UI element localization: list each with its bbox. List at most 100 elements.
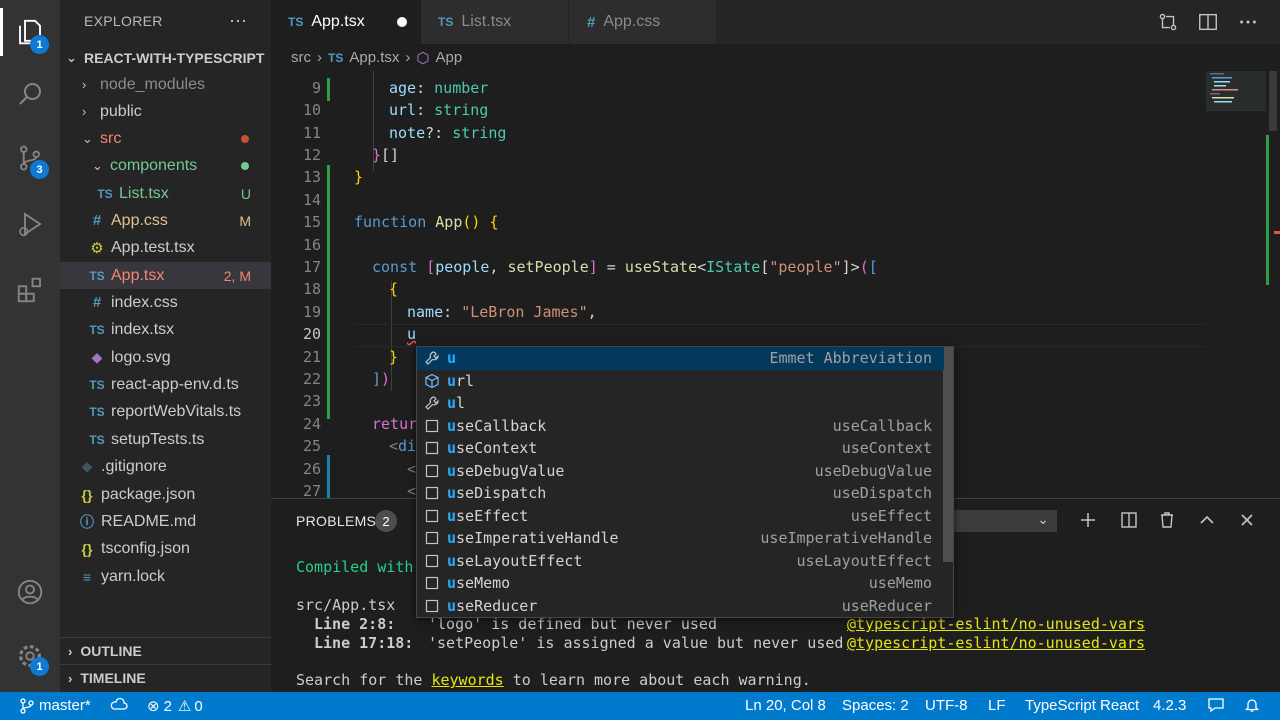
suggestion-label: useContext xyxy=(447,439,538,458)
breadcrumb-file[interactable]: App.tsx xyxy=(349,49,399,66)
tree-item-gitignore[interactable]: ◆ .gitignore xyxy=(60,453,271,480)
bell-icon xyxy=(1244,699,1260,712)
tree-item-public[interactable]: › public xyxy=(60,98,271,125)
tree-item-react-app-env[interactable]: TS react-app-env.d.ts xyxy=(60,371,271,398)
manage-activity[interactable]: 1 xyxy=(0,628,60,684)
split-terminal-icon[interactable] xyxy=(1119,510,1139,530)
tree-item-app-tsx[interactable]: TS App.tsx 2, M xyxy=(60,262,271,289)
suggestion-item[interactable]: useDebugValue useDebugValue xyxy=(417,460,944,483)
feedback-button[interactable] xyxy=(1207,697,1225,713)
tree-item-label: setupTests.ts xyxy=(111,430,205,448)
suggestion-item[interactable]: url xyxy=(417,370,944,393)
line-number: 19 xyxy=(302,303,321,321)
chevron-up-icon[interactable] xyxy=(1197,510,1217,530)
tree-item-node-modules[interactable]: › node_modules xyxy=(60,71,271,98)
line-number: 14 xyxy=(302,191,321,209)
more-actions-icon[interactable]: ··· xyxy=(229,10,247,31)
tree-item-badge: U xyxy=(240,185,251,202)
suggestion-item[interactable]: useImperativeHandle useImperativeHandle xyxy=(417,527,944,550)
problems-indicator[interactable]: ⊗ 2 ⚠ 0 xyxy=(147,697,203,716)
close-icon[interactable] xyxy=(1237,510,1257,530)
suggestion-item[interactable]: useContext useContext xyxy=(417,437,944,460)
code-line: }[] xyxy=(372,146,400,164)
editor-tabs: TS App.tsx TS List.tsx # App.css xyxy=(271,0,1280,44)
suggestion-detail: useMemo xyxy=(868,574,932,593)
tab-app-css[interactable]: # App.css xyxy=(569,0,717,44)
tree-item-list-tsx[interactable]: TS List.tsx U xyxy=(60,180,271,207)
suggestion-item[interactable]: useCallback useCallback xyxy=(417,415,944,438)
branch-indicator[interactable]: master* xyxy=(20,697,91,714)
ts-version[interactable]: 4.2.3 xyxy=(1153,697,1186,714)
trash-icon[interactable] xyxy=(1157,510,1177,530)
minimap[interactable] xyxy=(1206,71,1266,498)
suggestion-item[interactable]: useEffect useEffect xyxy=(417,505,944,528)
tree-item-yarn-lock[interactable]: ≡ yarn.lock xyxy=(60,563,271,590)
tree-item-app-test-tsx[interactable]: ⚙ App.test.tsx xyxy=(60,234,271,261)
terminal-w2-rule[interactable]: @typescript-eslint/no-unused-vars xyxy=(847,634,1145,652)
tree-item-logo-svg[interactable]: ◆ logo.svg xyxy=(60,344,271,371)
timeline-section[interactable]: › TIMELINE xyxy=(60,664,271,691)
explorer-badge: 1 xyxy=(30,35,49,54)
editor-scrollbar[interactable] xyxy=(1266,71,1280,498)
tree-item-report-web-vitals[interactable]: TS reportWebVitals.ts xyxy=(60,398,271,425)
suggestion-item[interactable]: useReducer useReducer xyxy=(417,595,944,618)
sync-button[interactable] xyxy=(110,697,128,713)
outline-label: OUTLINE xyxy=(80,643,142,659)
code-line: retur xyxy=(372,415,418,433)
breadcrumb-symbol[interactable]: App xyxy=(435,49,462,66)
tree-item-setup-tests[interactable]: TS setupTests.ts xyxy=(60,426,271,453)
indentation[interactable]: Spaces: 2 xyxy=(842,697,909,714)
notifications-button[interactable] xyxy=(1244,697,1260,713)
new-terminal-icon[interactable] xyxy=(1078,510,1098,530)
box-icon xyxy=(421,485,443,501)
symbol-icon: ⬡ xyxy=(416,49,430,67)
tree-item-label: reportWebVitals.ts xyxy=(111,402,242,420)
tree-item-readme[interactable]: ⓘ README.md xyxy=(60,508,271,535)
json-icon: {} xyxy=(81,486,93,503)
compare-changes-icon[interactable] xyxy=(1157,11,1179,33)
tree-item-app-css[interactable]: # App.css M xyxy=(60,207,271,234)
project-folder[interactable]: ⌄ REACT-WITH-TYPESCRIPT xyxy=(60,44,271,71)
tree-item-src[interactable]: ⌄ src xyxy=(60,125,271,152)
search-icon xyxy=(19,83,41,105)
suggestion-item[interactable]: ul xyxy=(417,392,944,415)
cursor-position[interactable]: Ln 20, Col 8 xyxy=(745,697,826,714)
suggestion-item[interactable]: useLayoutEffect useLayoutEffect xyxy=(417,550,944,573)
tab-app-tsx[interactable]: TS App.tsx xyxy=(271,0,421,44)
search-activity[interactable] xyxy=(0,66,60,122)
split-editor-icon[interactable] xyxy=(1197,11,1219,33)
suggestion-item[interactable]: useDispatch useDispatch xyxy=(417,482,944,505)
extensions-activity[interactable] xyxy=(0,262,60,318)
tree-item-package-json[interactable]: {} package.json xyxy=(60,481,271,508)
typescript-icon: TS xyxy=(97,186,113,201)
tree-item-tsconfig[interactable]: {} tsconfig.json xyxy=(60,535,271,562)
explorer-activity[interactable]: 1 xyxy=(0,4,60,60)
suggestion-item[interactable]: useMemo useMemo xyxy=(417,572,944,595)
tree-item-index-css[interactable]: # index.css xyxy=(60,289,271,316)
suggestion-detail: useLayoutEffect xyxy=(796,551,932,570)
suggest-scrollbar[interactable] xyxy=(943,347,953,562)
terminal-w2-msg: 'setPeople' is assigned a value but neve… xyxy=(428,634,844,652)
outline-section[interactable]: › OUTLINE xyxy=(60,637,271,664)
tree-item-index-tsx[interactable]: TS index.tsx xyxy=(60,316,271,343)
scrollbar-thumb[interactable] xyxy=(1269,71,1277,131)
line-number: 10 xyxy=(302,101,321,119)
accounts-activity[interactable] xyxy=(0,564,60,620)
tree-item-label: components xyxy=(110,156,198,174)
more-actions-icon[interactable] xyxy=(1237,11,1259,33)
encoding[interactable]: UTF-8 xyxy=(925,697,968,714)
breadcrumb-folder[interactable]: src xyxy=(291,49,311,66)
tab-list-tsx[interactable]: TS List.tsx xyxy=(421,0,569,44)
chevron-right-icon: › xyxy=(68,670,73,686)
suggestion-item[interactable]: u Emmet Abbreviation xyxy=(417,347,944,370)
terminal-select[interactable]: ⌄ xyxy=(945,510,1057,532)
end-of-line[interactable]: LF xyxy=(988,697,1006,714)
unsaved-dot-icon[interactable] xyxy=(397,17,407,27)
tab-problems[interactable]: PROBLEMS xyxy=(296,513,376,529)
tree-item-components[interactable]: ⌄ components xyxy=(60,152,271,179)
run-debug-activity[interactable] xyxy=(0,196,60,252)
source-control-activity[interactable]: 3 xyxy=(0,130,60,186)
terminal-keywords-link[interactable]: keywords xyxy=(431,671,503,689)
language-mode[interactable]: TypeScript React xyxy=(1025,697,1139,714)
current-line-highlight xyxy=(355,324,1205,347)
